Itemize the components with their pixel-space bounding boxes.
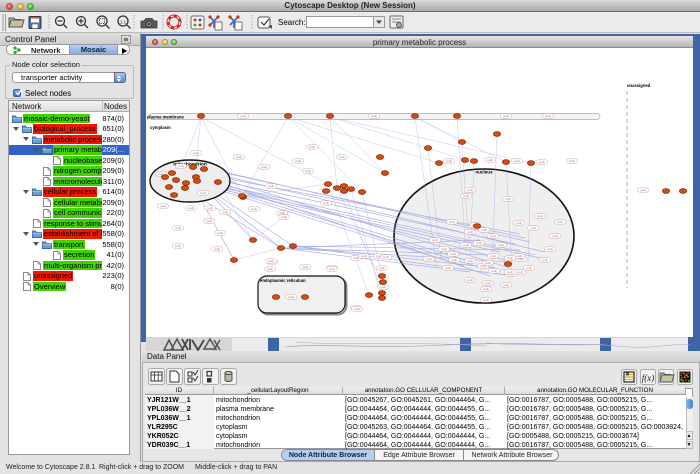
svg-text:(x-d): (x-d) (545, 114, 550, 118)
svg-text:(x-d): (x-d) (514, 159, 519, 163)
svg-text:(x-d): (x-d) (503, 283, 508, 287)
svg-text:(x-d): (x-d) (323, 201, 328, 205)
svg-text:(x-d): (x-d) (485, 281, 490, 285)
svg-text:(x-d): (x-d) (640, 188, 645, 192)
svg-text:plasma membrane: plasma membrane (147, 115, 184, 120)
svg-text:(x-d): (x-d) (214, 247, 219, 251)
svg-text:(x-d): (x-d) (487, 158, 492, 162)
svg-text:(x-d): (x-d) (485, 261, 490, 265)
svg-text:(x-d): (x-d) (160, 204, 165, 208)
svg-text:(x-d): (x-d) (251, 207, 256, 211)
svg-text:(x-d): (x-d) (552, 234, 557, 238)
svg-text:(x-d): (x-d) (490, 254, 495, 258)
svg-text:(x-d): (x-d) (503, 114, 508, 118)
svg-text:(x-d): (x-d) (371, 114, 376, 118)
svg-text:(x-d): (x-d) (530, 226, 535, 230)
svg-text:(x-d): (x-d) (295, 159, 300, 163)
svg-text:(x-d): (x-d) (483, 298, 488, 302)
svg-text:(x-d): (x-d) (446, 159, 451, 163)
svg-text:(x-d): (x-d) (279, 211, 284, 215)
svg-text:(x-d): (x-d) (441, 247, 446, 251)
svg-text:(x-d): (x-d) (268, 184, 273, 188)
svg-text:(x-d): (x-d) (329, 267, 334, 271)
svg-text:(x-d): (x-d) (476, 241, 481, 245)
svg-text:(x-d): (x-d) (516, 221, 521, 225)
svg-text:(x-d): (x-d) (188, 206, 193, 210)
svg-text:(x-d): (x-d) (200, 191, 205, 195)
svg-text:(x-d): (x-d) (449, 220, 454, 224)
svg-text:(x-d): (x-d) (175, 244, 180, 248)
svg-text:(x-d): (x-d) (426, 257, 431, 261)
svg-text:(x-d): (x-d) (288, 295, 293, 299)
svg-text:(x-d): (x-d) (451, 258, 456, 262)
svg-text:(x-d): (x-d) (206, 219, 211, 223)
svg-text:(x-d): (x-d) (380, 285, 385, 289)
svg-text:(x-d): (x-d) (498, 243, 503, 247)
svg-text:(x-d): (x-d) (539, 160, 544, 164)
svg-text:(x-d): (x-d) (467, 188, 472, 192)
svg-text:(x-d): (x-d) (193, 151, 198, 155)
svg-text:(x-d): (x-d) (505, 197, 510, 201)
svg-text:(x-d): (x-d) (507, 270, 512, 274)
svg-text:(x-d): (x-d) (463, 243, 468, 247)
svg-text:Search:: Search: (278, 18, 306, 27)
svg-text:(x-d): (x-d) (339, 155, 344, 159)
svg-text:(x-d): (x-d) (302, 265, 307, 269)
svg-text:(x-d): (x-d) (483, 287, 488, 291)
svg-text:(x-d): (x-d) (267, 267, 272, 271)
svg-text:unassigned: unassigned (627, 83, 651, 88)
svg-text:(x-d): (x-d) (517, 270, 522, 274)
svg-text:(x-d): (x-d) (361, 254, 366, 258)
svg-text:(x-d): (x-d) (467, 278, 472, 282)
svg-text:(x-d): (x-d) (207, 206, 212, 210)
svg-text:(x-d): (x-d) (507, 256, 512, 260)
svg-text:(x-d): (x-d) (432, 238, 437, 242)
svg-text:(x-d): (x-d) (175, 226, 180, 230)
svg-text:(x-d): (x-d) (450, 252, 455, 256)
svg-text:(x-d): (x-d) (236, 155, 241, 159)
svg-text:(x-d): (x-d) (542, 258, 547, 262)
svg-text:(x-d): (x-d) (268, 259, 273, 263)
svg-text:endoplasmic reticulum: endoplasmic reticulum (260, 278, 306, 283)
svg-text:(x-d): (x-d) (463, 194, 468, 198)
svg-text:(x-d): (x-d) (526, 266, 531, 270)
svg-text:(x-d): (x-d) (217, 231, 222, 235)
svg-text:(x-d): (x-d) (222, 210, 227, 214)
svg-text:(x-d): (x-d) (537, 214, 542, 218)
svg-text:(x-d): (x-d) (353, 256, 358, 260)
svg-text:(x-d): (x-d) (547, 247, 552, 251)
svg-text:(x-d): (x-d) (379, 266, 384, 270)
svg-text:(x-d): (x-d) (309, 145, 314, 149)
svg-text:(x-d): (x-d) (491, 269, 496, 273)
svg-text:(x-d): (x-d) (481, 228, 486, 232)
svg-text:(x-d): (x-d) (261, 165, 266, 169)
svg-text:1:1: 1:1 (120, 20, 127, 25)
svg-text:(x-d): (x-d) (557, 220, 562, 224)
svg-text:f(x): f(x) (642, 373, 655, 383)
svg-text:(x-d): (x-d) (178, 164, 183, 168)
svg-text:(x-d): (x-d) (305, 169, 310, 173)
svg-text:nucleus: nucleus (475, 170, 493, 175)
svg-text:(x-d): (x-d) (516, 254, 521, 258)
svg-text:cytoplasm: cytoplasm (150, 125, 171, 130)
svg-text:(x-d): (x-d) (383, 255, 388, 259)
svg-text:(x-d): (x-d) (490, 234, 495, 238)
svg-text:(x-d): (x-d) (354, 307, 359, 311)
svg-text:(x-d): (x-d) (240, 114, 245, 118)
svg-text:(x-d): (x-d) (467, 259, 472, 263)
svg-text:(x-d): (x-d) (569, 159, 574, 163)
svg-text:(x-d): (x-d) (467, 230, 472, 234)
svg-text:(x-d): (x-d) (445, 266, 450, 270)
svg-text:(x-d): (x-d) (281, 215, 286, 219)
